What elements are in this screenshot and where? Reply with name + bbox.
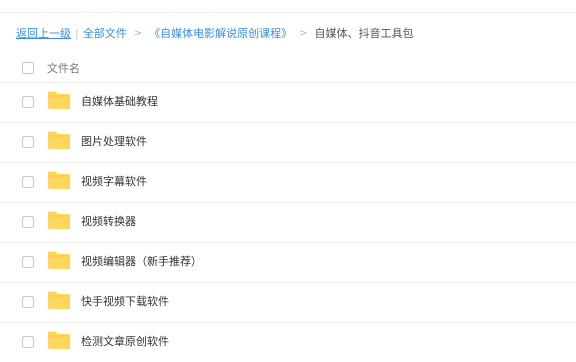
current-folder: 自媒体、抖音工具包	[314, 27, 414, 40]
filename-column-header[interactable]: 文件名	[47, 60, 80, 76]
breadcrumb-separator: >	[299, 27, 308, 39]
all-files-link[interactable]: 全部文件	[83, 25, 127, 41]
parent-folder-link[interactable]: 《自媒体电影解说原创课程》	[149, 25, 292, 41]
list-item[interactable]: 视频字幕软件	[0, 162, 576, 203]
row-checkbox[interactable]	[22, 176, 34, 188]
folder-name[interactable]: 快手视频下载软件	[81, 294, 169, 310]
select-all-checkbox[interactable]	[22, 61, 34, 74]
list-item[interactable]: 自媒体基础教程	[0, 82, 576, 123]
folder-icon	[47, 210, 71, 230]
row-checkbox[interactable]	[22, 96, 34, 108]
folder-icon	[47, 250, 71, 270]
folder-name[interactable]: 自媒体基础教程	[81, 94, 158, 110]
folder-icon	[47, 90, 71, 110]
folder-icon	[47, 330, 71, 350]
row-checkbox[interactable]	[22, 216, 34, 228]
breadcrumb-divider: |	[75, 26, 79, 40]
top-divider	[0, 12, 576, 13]
back-link[interactable]: 返回上一级	[16, 25, 71, 41]
list-item[interactable]: 图片处理软件	[0, 122, 576, 163]
list-item[interactable]: 检测文章原创软件	[0, 322, 576, 362]
row-checkbox[interactable]	[22, 256, 34, 268]
breadcrumb-separator: >	[133, 27, 143, 39]
row-checkbox[interactable]	[22, 136, 34, 148]
folder-name[interactable]: 图片处理软件	[81, 134, 147, 150]
folder-name[interactable]: 视频转换器	[81, 214, 136, 230]
list-item[interactable]: 视频转换器	[0, 202, 576, 243]
list-item[interactable]: 快手视频下载软件	[0, 282, 576, 323]
folder-icon	[47, 170, 71, 190]
folder-name[interactable]: 检测文章原创软件	[81, 334, 169, 350]
folder-name[interactable]: 视频编辑器（新手推荐）	[81, 254, 202, 270]
folder-icon	[47, 130, 71, 150]
row-checkbox[interactable]	[22, 296, 34, 308]
breadcrumb: 返回上一级 | 全部文件 > 《自媒体电影解说原创课程》 > 自媒体、抖音工具包	[16, 25, 414, 41]
row-checkbox[interactable]	[22, 336, 34, 348]
folder-name[interactable]: 视频字幕软件	[81, 174, 147, 190]
folder-icon	[47, 290, 71, 310]
file-list-header: 文件名	[0, 53, 576, 83]
list-item[interactable]: 视频编辑器（新手推荐）	[0, 242, 576, 283]
